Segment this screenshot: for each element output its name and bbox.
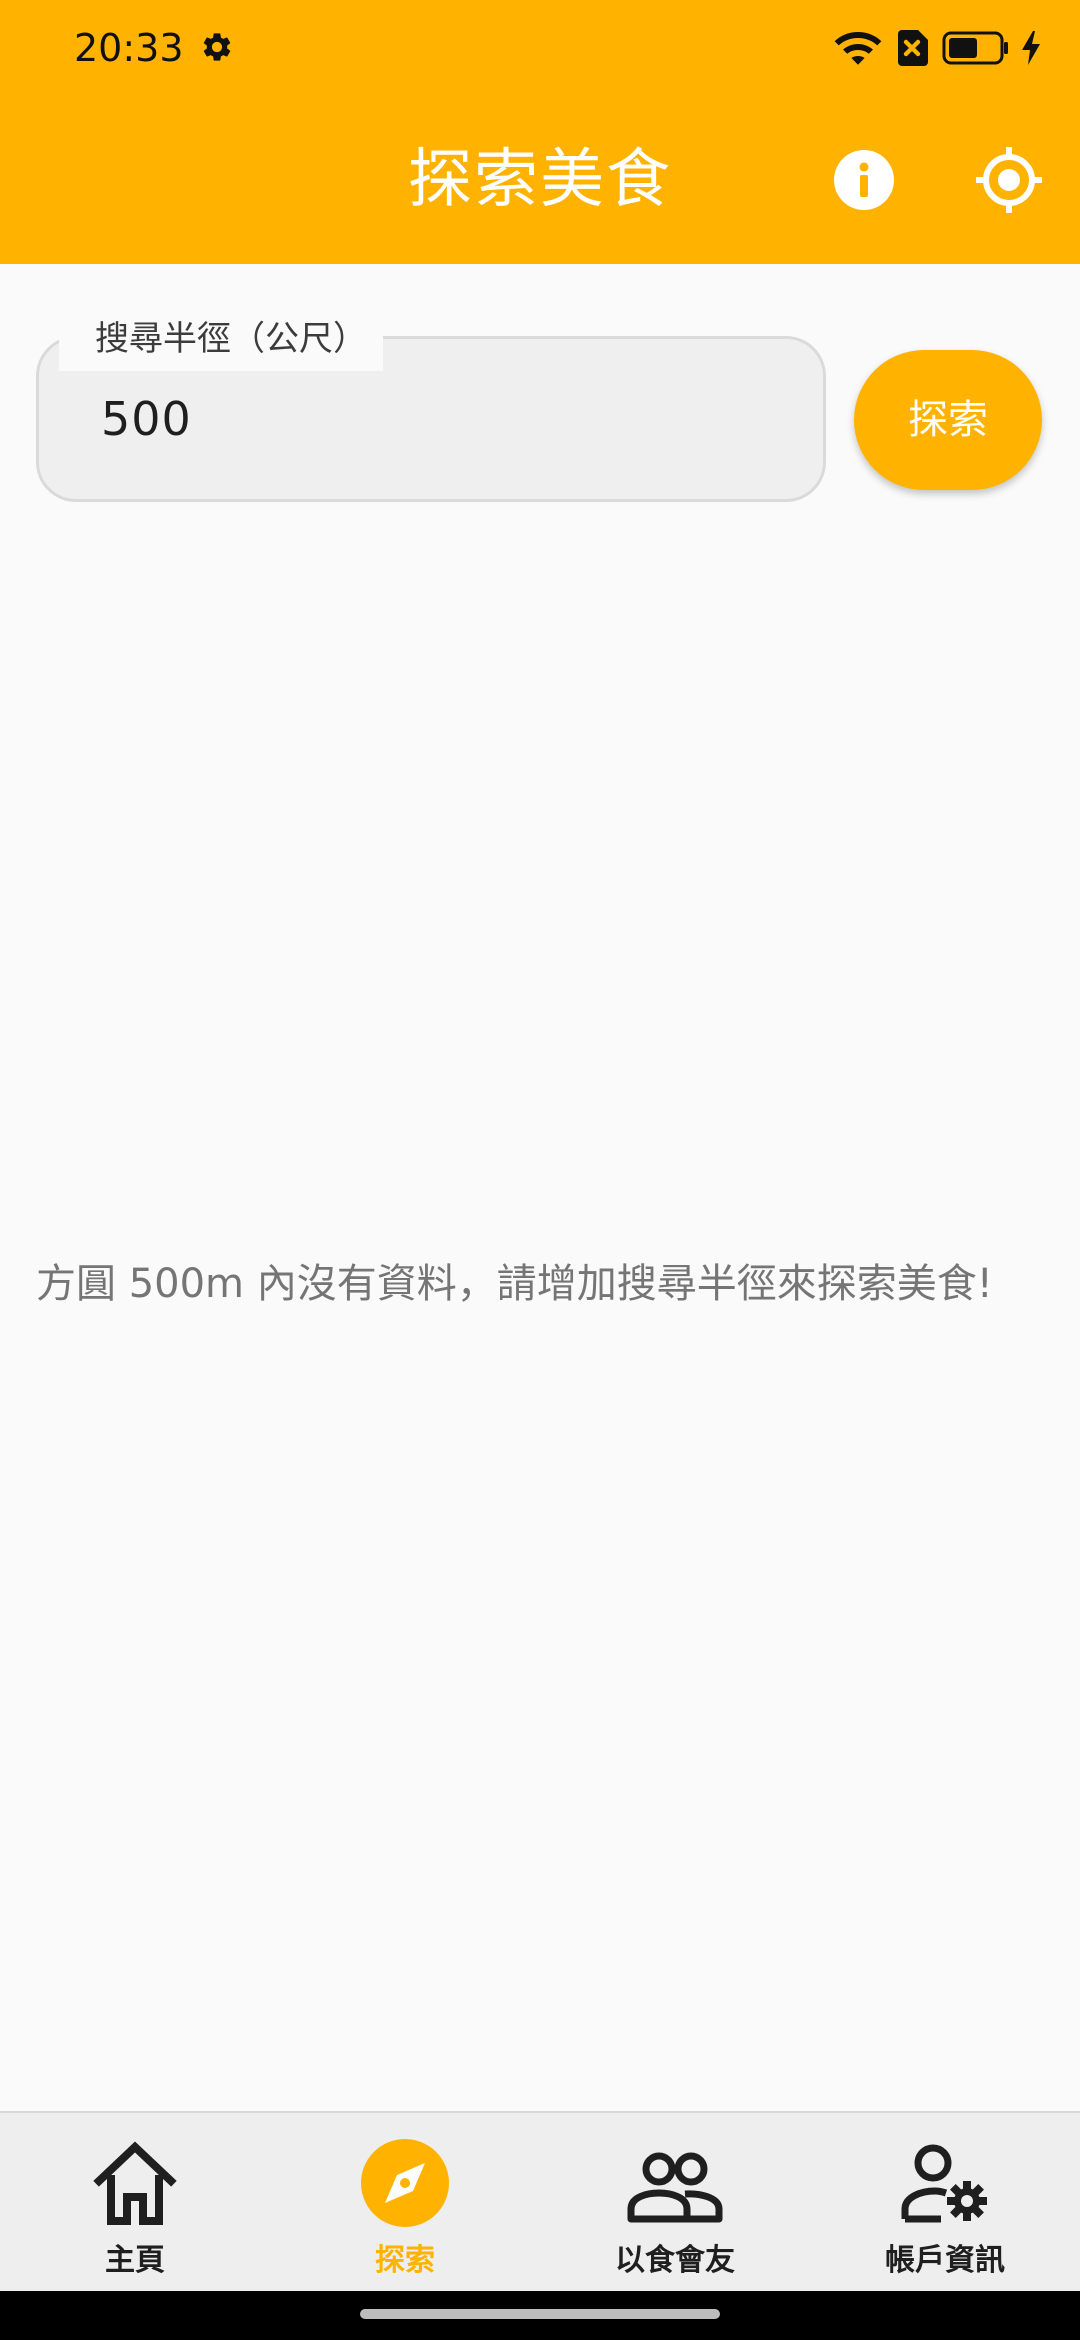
nav-item-group[interactable]: 以食會友 [540, 2113, 810, 2291]
search-radius-label: 搜尋半徑（公尺） [59, 307, 383, 371]
explore-compass-icon [361, 2139, 449, 2227]
bottom-navigation: 主頁 探索 以食會友 帳戶資訊 [0, 2111, 1080, 2291]
battery-icon [942, 30, 1010, 66]
page-title: 探索美食 [408, 143, 672, 217]
nav-label-explore: 探索 [375, 2243, 435, 2278]
app-bar: 探索美食 [0, 95, 1080, 264]
info-icon [834, 150, 894, 210]
explore-button[interactable]: 探索 [854, 350, 1042, 490]
gesture-handle[interactable] [360, 2309, 720, 2319]
search-radius-input[interactable]: 搜尋半徑（公尺） 500 [36, 307, 826, 502]
my-location-button[interactable] [974, 145, 1044, 215]
group-icon [627, 2152, 723, 2223]
system-navigation-bar [0, 2291, 1080, 2340]
empty-results-message: 方圓 500m 內沒有資料，請增加搜尋半徑來探索美食! [36, 1261, 993, 1307]
charging-bolt-icon [1020, 30, 1042, 66]
nav-item-account[interactable]: 帳戶資訊 [810, 2113, 1080, 2291]
settings-gear-icon [200, 30, 234, 64]
nav-label-account: 帳戶資訊 [885, 2243, 1005, 2278]
home-icon [93, 2141, 177, 2225]
search-radius-value[interactable]: 500 [101, 387, 192, 451]
nav-label-group: 以食會友 [615, 2243, 735, 2278]
status-bar: 20:33 [0, 0, 1080, 95]
nav-item-home[interactable]: 主頁 [0, 2113, 270, 2291]
nav-item-explore[interactable]: 探索 [270, 2113, 540, 2291]
nav-label-home: 主頁 [105, 2243, 165, 2278]
my-location-icon [976, 147, 1042, 213]
manage-account-icon [901, 2144, 987, 2223]
no-sim-icon [892, 28, 932, 68]
status-icons [834, 26, 1042, 70]
status-time: 20:33 [74, 26, 184, 70]
wifi-icon [834, 28, 882, 68]
info-button[interactable] [832, 148, 896, 212]
